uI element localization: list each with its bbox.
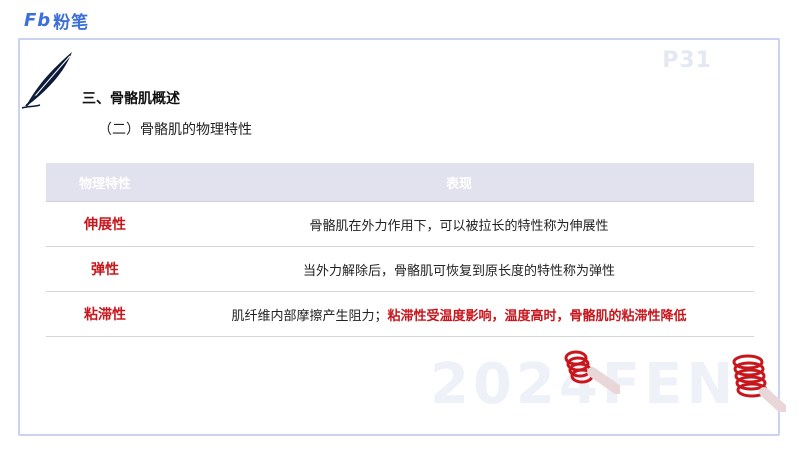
property-description: 肌纤维内部摩擦产生阻力；粘滞性受温度影响，温度高时，骨骼肌的粘滞性降低 — [164, 291, 754, 337]
page-number: P31 — [662, 48, 712, 73]
red-spring-coil-icon — [732, 354, 786, 412]
red-spring-coil-icon — [564, 350, 620, 394]
description-highlight: 粘滞性受温度影响，温度高时，骨骼肌的粘滞性降低 — [387, 308, 687, 324]
property-name: 粘滞性 — [46, 291, 164, 337]
property-description: 当外力解除后，骨骼肌可恢复到原长度的特性称为弹性 — [164, 246, 754, 292]
brand-logo: Fb 粉笔 — [24, 8, 89, 33]
property-name: 伸展性 — [46, 201, 164, 247]
table-header-row: 物理特性 表现 — [46, 163, 754, 202]
sub-title: （二）骨骼肌的物理特性 — [98, 122, 252, 138]
properties-table: 物理特性 表现 伸展性 骨骼肌在外力作用下，可以被拉长的特性称为伸展性 弹性 当… — [46, 163, 754, 337]
table-row: 粘滞性 肌纤维内部摩擦产生阻力；粘滞性受温度影响，温度高时，骨骼肌的粘滞性降低 — [46, 291, 754, 337]
brand-name: 粉笔 — [53, 13, 90, 33]
property-name: 弹性 — [46, 246, 164, 292]
brand-logo-mark: Fb — [24, 10, 52, 31]
header-property: 物理特性 — [46, 163, 164, 202]
table-row: 伸展性 骨骼肌在外力作用下，可以被拉长的特性称为伸展性 — [46, 201, 754, 247]
section-title: 三、骨骼肌概述 — [82, 91, 180, 107]
description-plain: 肌纤维内部摩擦产生阻力； — [231, 308, 388, 324]
header-description: 表现 — [164, 163, 754, 202]
feather-quill-icon — [21, 52, 72, 109]
table-row: 弹性 当外力解除后，骨骼肌可恢复到原长度的特性称为弹性 — [46, 246, 754, 292]
property-description: 骨骼肌在外力作用下，可以被拉长的特性称为伸展性 — [164, 201, 754, 247]
